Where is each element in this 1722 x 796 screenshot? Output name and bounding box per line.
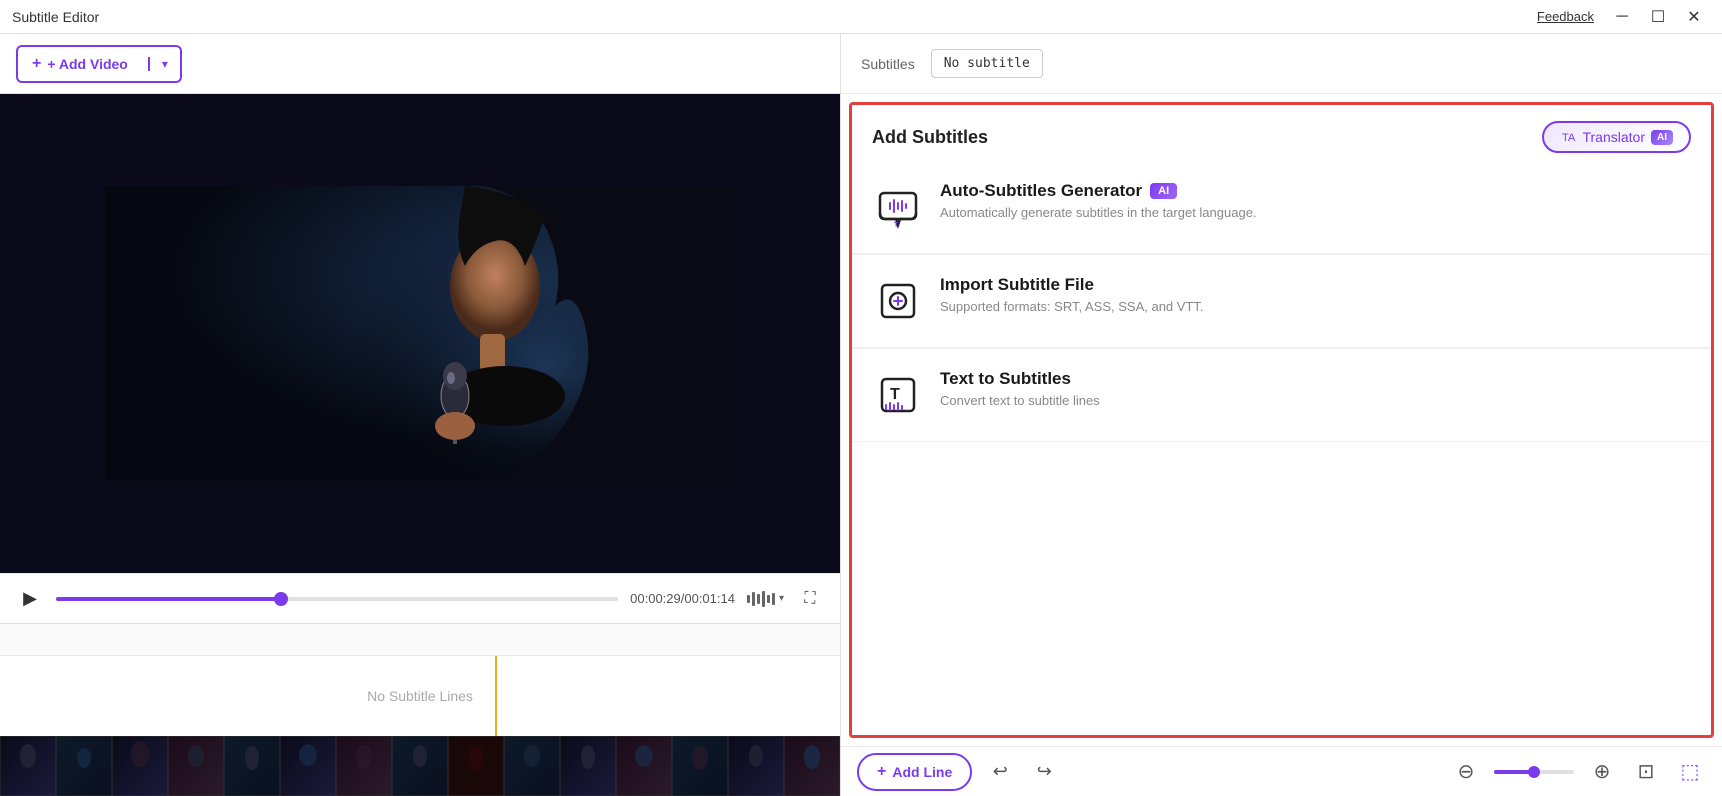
zoom-out-icon: ⊖ bbox=[1458, 759, 1475, 784]
zoom-out-button[interactable]: ⊖ bbox=[1450, 756, 1482, 788]
text-to-subtitles-option[interactable]: T Text to Subtitles Convert text to subt… bbox=[852, 349, 1711, 442]
zoom-in-icon: ⊕ bbox=[1594, 759, 1611, 784]
auto-subtitles-icon: T bbox=[872, 181, 924, 233]
undo-icon: ↩ bbox=[993, 761, 1008, 782]
svg-text:T: T bbox=[890, 386, 900, 403]
fullscreen-button[interactable]: ⛶ bbox=[796, 585, 824, 613]
subtitles-header: Subtitles No subtitle bbox=[841, 34, 1722, 94]
video-content bbox=[105, 186, 735, 481]
fullscreen-icon: ⛶ bbox=[804, 590, 815, 608]
redo-button[interactable]: ↪ bbox=[1028, 756, 1060, 788]
timeline-playhead bbox=[495, 656, 497, 736]
auto-subtitles-text: Auto-Subtitles Generator AI Automaticall… bbox=[940, 181, 1691, 220]
no-subtitle-lines-text: No Subtitle Lines bbox=[367, 688, 473, 704]
play-button[interactable]: ▶ bbox=[16, 585, 44, 613]
no-subtitle-value: No subtitle bbox=[944, 56, 1030, 71]
add-subtitles-panel: Add Subtitles TA Translator AI bbox=[849, 102, 1714, 738]
video-area bbox=[0, 94, 840, 573]
title-bar: Subtitle Editor Feedback ─ ☐ ✕ bbox=[0, 0, 1722, 34]
import-subtitle-text: Import Subtitle File Supported formats: … bbox=[940, 275, 1691, 314]
time-display: 00:00:29/00:01:14 bbox=[630, 591, 735, 606]
timeline-container: 00:00:00:00 00:00:10:00 00:00:20:00 00:0… bbox=[0, 623, 840, 736]
text-to-subtitles-desc: Convert text to subtitle lines bbox=[940, 393, 1691, 408]
text-to-subtitles-text: Text to Subtitles Convert text to subtit… bbox=[940, 369, 1691, 408]
translator-ai-badge: AI bbox=[1651, 130, 1673, 145]
progress-fill bbox=[56, 597, 281, 601]
auto-subtitles-desc: Automatically generate subtitles in the … bbox=[940, 205, 1691, 220]
video-frame bbox=[105, 186, 735, 481]
toolbar: + + Add Video ▾ bbox=[0, 34, 840, 94]
auto-subtitles-option[interactable]: T Auto-Subtitles Generator AI Automatica… bbox=[852, 161, 1711, 254]
import-subtitle-option[interactable]: Import Subtitle File Supported formats: … bbox=[852, 255, 1711, 348]
progress-track[interactable] bbox=[56, 597, 618, 601]
import-subtitle-icon bbox=[872, 275, 924, 327]
playback-bar: ▶ 00:00:29/00:01:14 ▾ ⛶ bbox=[0, 573, 840, 623]
add-line-icon: + bbox=[877, 763, 886, 781]
waveform-button[interactable]: ▾ bbox=[747, 591, 784, 607]
add-subtitles-header: Add Subtitles TA Translator AI bbox=[852, 105, 1711, 161]
dropdown-arrow[interactable]: ▾ bbox=[148, 57, 180, 71]
add-line-label: Add Line bbox=[892, 764, 952, 780]
add-video-button[interactable]: + + Add Video ▾ bbox=[16, 45, 182, 83]
filmstrip-svg bbox=[0, 736, 840, 796]
filmstrip bbox=[0, 736, 840, 796]
chevron-down-icon: ▾ bbox=[162, 57, 168, 71]
subtitles-label: Subtitles bbox=[861, 56, 915, 72]
no-subtitle-dropdown[interactable]: No subtitle bbox=[931, 49, 1043, 78]
import-subtitle-title: Import Subtitle File bbox=[940, 275, 1691, 295]
progress-thumb[interactable] bbox=[274, 592, 288, 606]
right-panel: Subtitles No subtitle Add Subtitles TA T… bbox=[840, 34, 1722, 796]
fit-screen-icon: ⊡ bbox=[1638, 759, 1655, 784]
close-button[interactable]: ✕ bbox=[1678, 1, 1710, 33]
timeline-track[interactable]: No Subtitle Lines bbox=[0, 656, 840, 736]
svg-text:TA: TA bbox=[1562, 132, 1576, 144]
auto-subtitles-ai-badge: AI bbox=[1150, 183, 1177, 199]
play-icon: ▶ bbox=[23, 588, 37, 609]
left-panel: + + Add Video ▾ bbox=[0, 34, 840, 796]
fit-screen-button[interactable]: ⊡ bbox=[1630, 756, 1662, 788]
add-video-label: + Add Video bbox=[47, 56, 128, 72]
auto-subtitles-title: Auto-Subtitles Generator AI bbox=[940, 181, 1691, 201]
timeline-ruler: 00:00:00:00 00:00:10:00 00:00:20:00 00:0… bbox=[0, 624, 840, 656]
extra-button[interactable]: ⬚ bbox=[1674, 756, 1706, 788]
import-subtitle-desc: Supported formats: SRT, ASS, SSA, and VT… bbox=[940, 299, 1691, 314]
text-to-subtitles-title: Text to Subtitles bbox=[940, 369, 1691, 389]
right-bottom-controls: + Add Line ↩ ↪ ⊖ ⊕ ⊡ bbox=[841, 746, 1722, 796]
add-line-button[interactable]: + Add Line bbox=[857, 753, 972, 791]
zoom-slider[interactable] bbox=[1494, 770, 1574, 774]
translator-button[interactable]: TA Translator AI bbox=[1542, 121, 1691, 153]
film-cells bbox=[0, 736, 840, 796]
svg-text:T: T bbox=[894, 222, 899, 229]
undo-button[interactable]: ↩ bbox=[984, 756, 1016, 788]
redo-icon: ↪ bbox=[1037, 761, 1052, 782]
feedback-link[interactable]: Feedback bbox=[1537, 9, 1594, 24]
add-subtitles-title: Add Subtitles bbox=[872, 127, 988, 148]
translator-icon: TA bbox=[1560, 129, 1576, 145]
text-to-subtitles-icon: T bbox=[872, 369, 924, 421]
app-title: Subtitle Editor bbox=[12, 9, 99, 25]
minimize-button[interactable]: ─ bbox=[1606, 1, 1638, 33]
add-video-main[interactable]: + + Add Video bbox=[18, 47, 142, 81]
plus-icon: + bbox=[32, 55, 41, 73]
translator-btn-label: Translator bbox=[1582, 129, 1645, 145]
zoom-in-button[interactable]: ⊕ bbox=[1586, 756, 1618, 788]
zoom-thumb[interactable] bbox=[1528, 766, 1540, 778]
main-container: + + Add Video ▾ bbox=[0, 34, 1722, 796]
maximize-button[interactable]: ☐ bbox=[1642, 1, 1674, 33]
waveform-dropdown-icon: ▾ bbox=[779, 593, 784, 604]
extra-icon: ⬚ bbox=[1681, 759, 1700, 784]
